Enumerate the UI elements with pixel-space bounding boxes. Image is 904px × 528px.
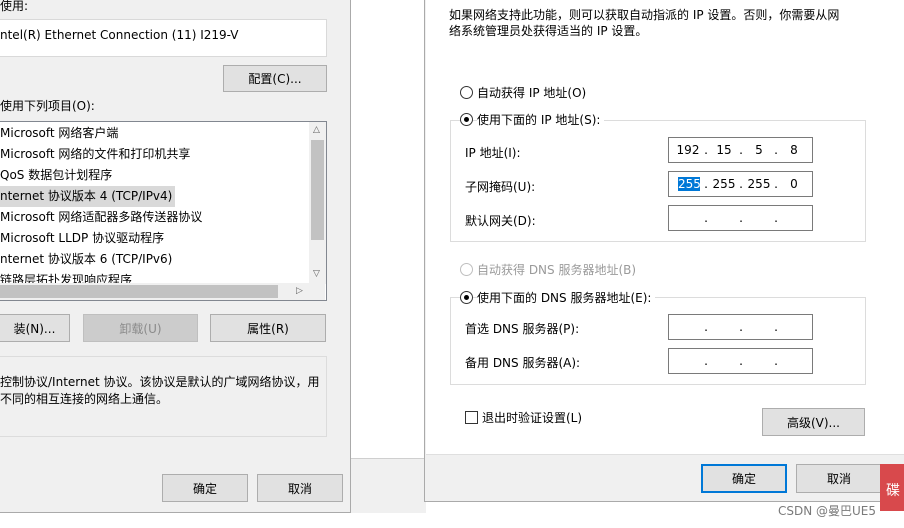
background-window-strip <box>351 458 426 513</box>
scroll-down-icon[interactable]: ▽ <box>313 270 320 279</box>
preferred-dns-label: 首选 DNS 服务器(P): <box>465 322 580 336</box>
properties-button[interactable]: 属性(R) <box>210 314 326 342</box>
general-tab-panel: 如果网络支持此功能，则可以获取自动指派的 IP 设置。否则，你需要从网 络系统管… <box>426 0 904 455</box>
gateway-dot: . <box>739 211 743 225</box>
manual-ip-radio[interactable] <box>460 113 473 126</box>
items-list[interactable]: Microsoft 网络客户端 Microsoft 网络的文件和打印机共享 Qo… <box>0 121 327 301</box>
vertical-scroll-thumb[interactable] <box>311 140 324 240</box>
auto-ip-label[interactable]: 自动获得 IP 地址(O) <box>477 84 586 101</box>
manual-ip-label[interactable]: 使用下面的 IP 地址(S): <box>477 111 605 128</box>
configure-button[interactable]: 配置(C)... <box>223 65 327 92</box>
subnet-mask-label: 子网掩码(U): <box>465 180 536 194</box>
subnet-dot: . <box>704 177 708 191</box>
intro-line-2: 络系统管理员处获得适当的 IP 设置。 <box>449 24 648 38</box>
ip-octet-2[interactable]: 15 <box>710 143 738 157</box>
description-line-1: 控制协议/Internet 协议。该协议是默认的广域网络协议，用 <box>0 375 320 389</box>
description-line-2: 不同的相互连接的网络上通信。 <box>0 392 169 406</box>
ip-octet-1[interactable]: 192 <box>674 143 702 157</box>
horizontal-scrollbar[interactable]: ▷ <box>0 283 325 300</box>
vertical-scrollbar[interactable]: △ ▽ <box>309 122 326 284</box>
right-ok-button[interactable]: 确定 <box>701 464 787 493</box>
gateway-field[interactable]: . . . <box>668 205 813 231</box>
install-button[interactable]: 装(N)... <box>0 314 70 342</box>
left-cancel-button[interactable]: 取消 <box>257 474 343 502</box>
watermark: CSDN @曼巴UE5 <box>778 504 877 518</box>
subnet-dot: . <box>774 177 778 191</box>
gateway-dot: . <box>774 211 778 225</box>
manual-dns-radio[interactable] <box>460 291 473 304</box>
list-item-ms-client[interactable]: Microsoft 网络客户端 <box>0 123 118 144</box>
preferred-dns-field[interactable]: . . . <box>668 314 813 340</box>
scroll-up-icon[interactable]: △ <box>313 126 320 135</box>
alternate-dns-label: 备用 DNS 服务器(A): <box>465 356 581 370</box>
list-item-lldp[interactable]: Microsoft LLDP 协议驱动程序 <box>0 228 164 249</box>
ipv4-properties-dialog: 如果网络支持此功能，则可以获取自动指派的 IP 设置。否则，你需要从网 络系统管… <box>424 0 904 502</box>
scroll-right-icon[interactable]: ▷ <box>296 287 303 296</box>
adapter-name: ntel(R) Ethernet Connection (11) I219-V <box>0 28 239 42</box>
subnet-octet-2[interactable]: 255 <box>710 177 738 191</box>
list-item-qos[interactable]: QoS 数据包计划程序 <box>0 165 112 186</box>
alternate-dns-dot: . <box>774 354 778 368</box>
gateway-dot: . <box>704 211 708 225</box>
manual-dns-label[interactable]: 使用下面的 DNS 服务器地址(E): <box>477 289 656 306</box>
list-item-file-printer-sharing[interactable]: Microsoft 网络的文件和打印机共享 <box>0 144 190 165</box>
left-ok-button[interactable]: 确定 <box>162 474 248 502</box>
uninstall-button[interactable]: 卸载(U) <box>83 314 198 342</box>
intro-line-1: 如果网络支持此功能，则可以获取自动指派的 IP 设置。否则，你需要从网 <box>449 8 840 22</box>
validate-checkbox[interactable] <box>465 411 478 424</box>
auto-dns-radio[interactable] <box>460 263 473 276</box>
ip-address-field[interactable]: 192 . 15 . 5 . 8 <box>668 137 813 163</box>
auto-dns-label[interactable]: 自动获得 DNS 服务器地址(B) <box>477 261 636 278</box>
auto-ip-radio[interactable] <box>460 86 473 99</box>
list-item-multiplexor[interactable]: Microsoft 网络适配器多路传送器协议 <box>0 207 202 228</box>
connect-using-label: 使用: <box>0 0 29 13</box>
ip-dot: . <box>704 143 708 157</box>
gateway-label: 默认网关(D): <box>465 214 536 228</box>
horizontal-scroll-thumb[interactable] <box>0 285 278 298</box>
preferred-dns-dot: . <box>704 320 708 334</box>
ip-address-label: IP 地址(I): <box>465 146 521 160</box>
description-box: 控制协议/Internet 协议。该协议是默认的广域网络协议，用 不同的相互连接… <box>0 356 327 437</box>
alternate-dns-field[interactable]: . . . <box>668 348 813 374</box>
adapter-name-box: ntel(R) Ethernet Connection (11) I219-V <box>0 19 327 57</box>
ip-octet-4[interactable]: 8 <box>780 143 808 157</box>
preferred-dns-dot: . <box>774 320 778 334</box>
advanced-button[interactable]: 高级(V)... <box>762 408 865 436</box>
ip-dot: . <box>774 143 778 157</box>
alternate-dns-dot: . <box>739 354 743 368</box>
items-label: 使用下列项目(O): <box>0 99 95 113</box>
alternate-dns-dot: . <box>704 354 708 368</box>
list-item-ipv6[interactable]: nternet 协议版本 6 (TCP/IPv6) <box>0 249 172 270</box>
validate-label[interactable]: 退出时验证设置(L) <box>482 409 582 426</box>
subnet-octet-3[interactable]: 255 <box>745 177 773 191</box>
preferred-dns-dot: . <box>739 320 743 334</box>
subnet-octet-4[interactable]: 0 <box>780 177 808 191</box>
red-block-text: 碟 <box>886 483 900 499</box>
subnet-dot: . <box>739 177 743 191</box>
subnet-mask-field[interactable]: 255 . 255 . 255 . 0 <box>668 171 813 197</box>
background-red-window: 碟 <box>880 464 904 511</box>
list-item-ipv4[interactable]: nternet 协议版本 4 (TCP/IPv4) <box>0 186 175 207</box>
ip-dot: . <box>739 143 743 157</box>
subnet-octet-1[interactable]: 255 <box>678 177 701 191</box>
ip-octet-3[interactable]: 5 <box>745 143 773 157</box>
adapter-properties-dialog: 使用: ntel(R) Ethernet Connection (11) I21… <box>0 0 351 513</box>
right-cancel-button[interactable]: 取消 <box>796 464 882 493</box>
